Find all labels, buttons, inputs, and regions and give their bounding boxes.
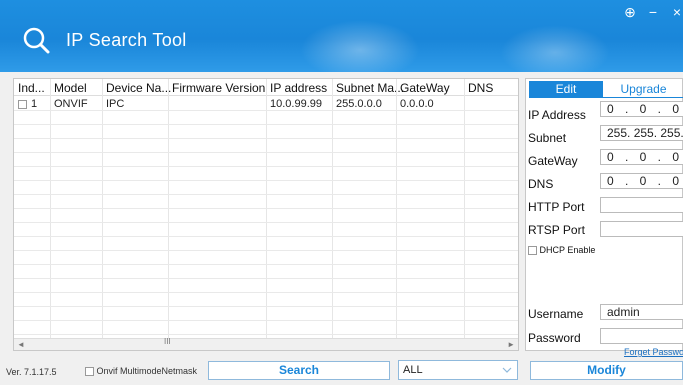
ip-address-label: IP Address bbox=[528, 108, 586, 122]
scroll-left-icon[interactable]: ◄ bbox=[17, 340, 25, 349]
table-row bbox=[14, 153, 518, 167]
onvif-multimode-box[interactable] bbox=[85, 367, 94, 377]
gateway-label: GateWay bbox=[528, 154, 578, 168]
table-row bbox=[14, 307, 518, 321]
http-port-field[interactable] bbox=[600, 197, 683, 213]
minimize-icon[interactable]: − bbox=[646, 5, 660, 19]
search-button[interactable]: Search bbox=[208, 361, 390, 380]
dhcp-checkbox-box[interactable] bbox=[528, 246, 537, 256]
column-header-firmware[interactable]: Firmware Version bbox=[172, 81, 265, 95]
table-row bbox=[14, 139, 518, 153]
forget-password-link[interactable]: Forget Password bbox=[624, 347, 683, 357]
search-icon bbox=[23, 27, 50, 54]
header-decoration bbox=[300, 20, 420, 72]
table-row bbox=[14, 195, 518, 209]
username-field[interactable]: admin bbox=[600, 304, 683, 320]
settings-icon[interactable]: ⊕ bbox=[623, 5, 637, 19]
cell-subnet: 255.0.0.0 bbox=[336, 98, 382, 110]
http-port-label: HTTP Port bbox=[528, 200, 585, 214]
cell-device-name: IPC bbox=[106, 98, 125, 110]
column-header-model[interactable]: Model bbox=[54, 81, 87, 95]
column-header-device-name[interactable]: Device Na... bbox=[106, 81, 171, 95]
table-row bbox=[14, 321, 518, 335]
password-label: Password bbox=[528, 331, 581, 345]
dhcp-enable-label: DHCP Enable bbox=[539, 245, 596, 255]
dns-field[interactable]: 0 . 0 . 0 . 0 bbox=[600, 173, 683, 189]
modify-button[interactable]: Modify bbox=[530, 361, 683, 380]
cell-index: 1 bbox=[31, 98, 38, 110]
tab-upgrade[interactable]: Upgrade bbox=[603, 81, 683, 98]
table-row bbox=[14, 125, 518, 139]
table-row bbox=[14, 279, 518, 293]
row-select-checkbox[interactable] bbox=[18, 98, 27, 110]
table-row bbox=[14, 111, 518, 125]
onvif-multimode-checkbox[interactable]: Onvif MultimodeNetmask bbox=[85, 366, 198, 377]
dhcp-enable-checkbox[interactable]: DHCP Enable bbox=[528, 245, 596, 256]
cell-gateway: 0.0.0.0 bbox=[400, 98, 434, 110]
rtsp-port-label: RTSP Port bbox=[528, 223, 585, 237]
tab-edit[interactable]: Edit bbox=[529, 81, 603, 98]
table-row bbox=[14, 293, 518, 307]
chevron-down-icon bbox=[502, 367, 512, 373]
dns-label: DNS bbox=[528, 177, 554, 191]
cell-model: ONVIF bbox=[54, 98, 88, 110]
horizontal-scrollbar[interactable]: ◄ III ► bbox=[14, 337, 518, 350]
column-header-dns[interactable]: DNS bbox=[468, 81, 493, 95]
cell-ip: 10.0.99.99 bbox=[270, 98, 322, 110]
table-row bbox=[14, 167, 518, 181]
version-label: Ver. 7.1.17.5 bbox=[6, 367, 57, 377]
column-header-subnet[interactable]: Subnet Ma... bbox=[336, 81, 404, 95]
table-row bbox=[14, 251, 518, 265]
table-row bbox=[14, 237, 518, 251]
ip-address-field[interactable]: 0 . 0 . 0 . 0 bbox=[600, 101, 683, 117]
column-header-ip[interactable]: IP address bbox=[270, 81, 327, 95]
edit-panel: Edit Upgrade IP Address 0 . 0 . 0 . 0 Su… bbox=[525, 78, 683, 357]
column-header-gateway[interactable]: GateWay bbox=[400, 81, 450, 95]
subnet-label: Subnet bbox=[528, 131, 567, 145]
table-row bbox=[14, 265, 518, 279]
table-row bbox=[14, 209, 518, 223]
device-table[interactable]: Ind... Model Device Na... Firmware Versi… bbox=[13, 78, 519, 351]
onvif-multimode-label: Onvif MultimodeNetmask bbox=[96, 366, 198, 376]
gateway-field[interactable]: 0 . 0 . 0 . 0 bbox=[600, 149, 683, 165]
close-icon[interactable]: × bbox=[670, 5, 683, 19]
table-row bbox=[14, 223, 518, 237]
device-filter-select[interactable]: ALL bbox=[398, 360, 518, 380]
scroll-right-icon[interactable]: ► bbox=[507, 340, 515, 349]
scroll-thumb-grip[interactable]: III bbox=[164, 337, 171, 346]
app-title: IP Search Tool bbox=[66, 30, 187, 50]
device-filter-value: ALL bbox=[403, 364, 423, 376]
column-header-index[interactable]: Ind... bbox=[18, 81, 45, 95]
table-row bbox=[14, 181, 518, 195]
username-label: Username bbox=[528, 307, 584, 321]
subnet-field[interactable]: 255. 255. 255. 0 bbox=[600, 125, 683, 141]
table-row[interactable]: 1 ONVIF IPC 10.0.99.99 255.0.0.0 0.0.0.0 bbox=[14, 97, 518, 111]
password-field[interactable] bbox=[600, 328, 683, 344]
title-bar: IP Search Tool ⊕ − × bbox=[0, 0, 683, 72]
rtsp-port-field[interactable] bbox=[600, 221, 683, 237]
header-decoration bbox=[500, 25, 610, 72]
